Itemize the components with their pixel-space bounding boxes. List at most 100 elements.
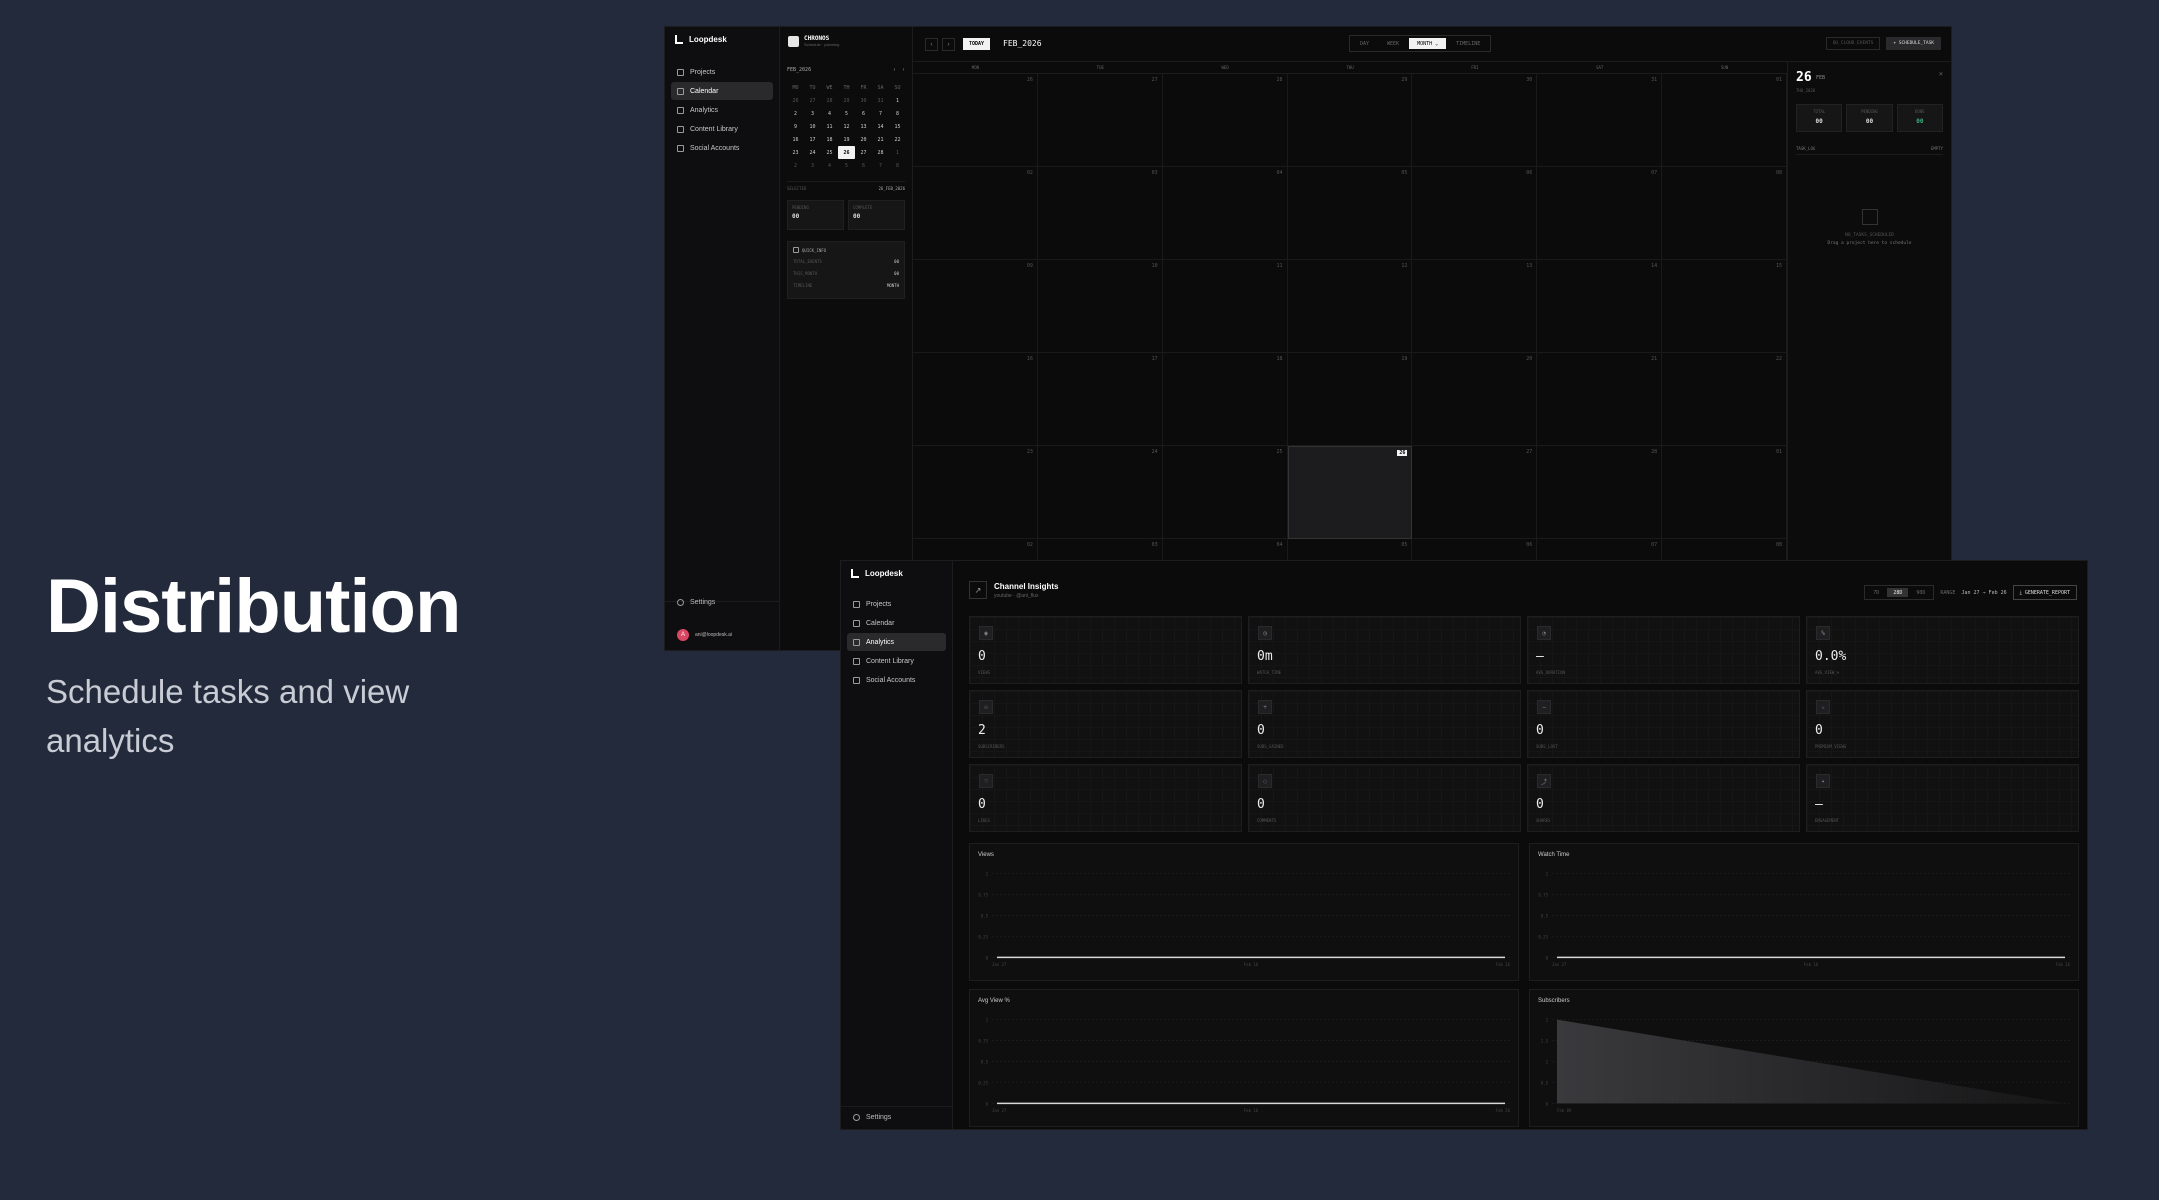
- mini-day[interactable]: 3: [804, 107, 821, 120]
- mini-day[interactable]: 4: [821, 107, 838, 120]
- view-tab-timeline[interactable]: TIMELINE: [1448, 38, 1488, 49]
- day-cell[interactable]: 06: [1412, 167, 1538, 260]
- schedule-task-button[interactable]: + SCHEDULE_TASK: [1886, 37, 1941, 50]
- day-cell[interactable]: 22: [1662, 353, 1787, 446]
- prev-month-button[interactable]: ‹: [925, 38, 938, 51]
- mini-day[interactable]: 30: [855, 94, 872, 107]
- day-cell[interactable]: 24: [1037, 446, 1163, 539]
- user-menu[interactable]: A ani@loopdesk.ai: [677, 629, 732, 641]
- mini-day[interactable]: 1: [889, 94, 906, 107]
- day-cell[interactable]: 08: [1662, 167, 1787, 260]
- mini-day[interactable]: 23: [787, 146, 804, 159]
- mini-day[interactable]: 27: [855, 146, 872, 159]
- today-button[interactable]: TODAY: [963, 38, 991, 50]
- next-month-button[interactable]: ›: [942, 38, 955, 51]
- range-option-90d[interactable]: 90D: [1910, 588, 1931, 597]
- mini-day[interactable]: 10: [804, 120, 821, 133]
- view-tab-month[interactable]: MONTH ⌄: [1409, 38, 1447, 49]
- day-cell[interactable]: 03: [1037, 167, 1163, 260]
- day-cell[interactable]: 30: [1412, 74, 1538, 167]
- day-cell[interactable]: 19: [1287, 353, 1413, 446]
- mini-day[interactable]: 26: [838, 146, 855, 159]
- day-cell[interactable]: 18: [1162, 353, 1288, 446]
- day-cell[interactable]: 27: [1037, 74, 1163, 167]
- sidebar-item-calendar[interactable]: Calendar: [847, 614, 946, 632]
- day-cell[interactable]: 28: [1162, 74, 1288, 167]
- sidebar-item-projects[interactable]: Projects: [671, 63, 773, 81]
- range-option-7d[interactable]: 7D: [1867, 588, 1885, 597]
- mini-day[interactable]: 28: [821, 94, 838, 107]
- mini-day[interactable]: 9: [787, 120, 804, 133]
- day-cell[interactable]: 21: [1537, 353, 1663, 446]
- sidebar-item-social-accounts[interactable]: Social Accounts: [847, 671, 946, 689]
- view-tab-day[interactable]: DAY: [1352, 38, 1377, 49]
- mini-day[interactable]: 22: [889, 133, 906, 146]
- brand-logo[interactable]: Loopdesk: [675, 35, 727, 44]
- day-cell[interactable]: 12: [1287, 260, 1413, 353]
- sidebar-item-analytics[interactable]: Analytics: [671, 101, 773, 119]
- day-cell[interactable]: 02: [913, 167, 1038, 260]
- mini-day[interactable]: 5: [838, 159, 855, 172]
- brand-logo[interactable]: Loopdesk: [851, 569, 903, 578]
- sidebar-item-analytics[interactable]: Analytics: [847, 633, 946, 651]
- range-option-28d[interactable]: 28D: [1887, 588, 1909, 597]
- mini-day[interactable]: 31: [872, 94, 889, 107]
- day-cell[interactable]: 11: [1162, 260, 1288, 353]
- mini-day[interactable]: 2: [787, 159, 804, 172]
- day-cell[interactable]: 01: [1662, 74, 1787, 167]
- day-cell[interactable]: 10: [1037, 260, 1163, 353]
- day-cell[interactable]: 17: [1037, 353, 1163, 446]
- day-cell[interactable]: 26: [913, 74, 1038, 167]
- day-cell[interactable]: 05: [1287, 167, 1413, 260]
- mini-day[interactable]: 2: [787, 107, 804, 120]
- mini-day[interactable]: 29: [838, 94, 855, 107]
- day-cell[interactable]: 23: [913, 446, 1038, 539]
- sidebar-item-calendar[interactable]: Calendar: [671, 82, 773, 100]
- sidebar-item-content-library[interactable]: Content Library: [847, 652, 946, 670]
- mini-day[interactable]: 27: [804, 94, 821, 107]
- day-cell[interactable]: 13: [1412, 260, 1538, 353]
- mini-day[interactable]: 21: [872, 133, 889, 146]
- day-cell[interactable]: 09: [913, 260, 1038, 353]
- mini-day[interactable]: 24: [804, 146, 821, 159]
- settings-link[interactable]: Settings: [853, 1114, 891, 1121]
- day-cell[interactable]: 16: [913, 353, 1038, 446]
- mini-day[interactable]: 6: [855, 159, 872, 172]
- sidebar-item-social-accounts[interactable]: Social Accounts: [671, 139, 773, 157]
- mini-day[interactable]: 14: [872, 120, 889, 133]
- day-cell[interactable]: 25: [1162, 446, 1288, 539]
- sidebar-item-projects[interactable]: Projects: [847, 595, 946, 613]
- mini-day[interactable]: 6: [855, 107, 872, 120]
- mini-day[interactable]: 8: [889, 107, 906, 120]
- day-cell[interactable]: 15: [1662, 260, 1787, 353]
- day-cell[interactable]: 29: [1287, 74, 1413, 167]
- day-cell[interactable]: 01: [1662, 446, 1787, 539]
- mini-day[interactable]: 8: [889, 159, 906, 172]
- chevron-left-icon[interactable]: ‹: [893, 67, 896, 73]
- mini-day[interactable]: 16: [787, 133, 804, 146]
- generate-report-button[interactable]: ⤓ GENERATE_REPORT: [2012, 585, 2077, 600]
- mini-day[interactable]: 17: [804, 133, 821, 146]
- mini-day[interactable]: 26: [787, 94, 804, 107]
- day-cell[interactable]: 14: [1537, 260, 1663, 353]
- day-cell[interactable]: 31: [1537, 74, 1663, 167]
- sidebar-item-content-library[interactable]: Content Library: [671, 120, 773, 138]
- day-cell[interactable]: 27: [1412, 446, 1538, 539]
- day-cell[interactable]: 04: [1162, 167, 1288, 260]
- mini-day[interactable]: 19: [838, 133, 855, 146]
- mini-day[interactable]: 1: [889, 146, 906, 159]
- mini-day[interactable]: 5: [838, 107, 855, 120]
- day-cell[interactable]: 07: [1537, 167, 1663, 260]
- mini-day[interactable]: 11: [821, 120, 838, 133]
- day-cell[interactable]: 28: [1537, 446, 1663, 539]
- day-cell[interactable]: 20: [1412, 353, 1538, 446]
- mini-day[interactable]: 18: [821, 133, 838, 146]
- mini-day[interactable]: 7: [872, 107, 889, 120]
- mini-day[interactable]: 25: [821, 146, 838, 159]
- close-icon[interactable]: ×: [1939, 70, 1943, 78]
- view-tab-week[interactable]: WEEK: [1379, 38, 1407, 49]
- mini-day[interactable]: 7: [872, 159, 889, 172]
- chevron-right-icon[interactable]: ›: [902, 67, 905, 73]
- mini-day[interactable]: 13: [855, 120, 872, 133]
- mini-day[interactable]: 3: [804, 159, 821, 172]
